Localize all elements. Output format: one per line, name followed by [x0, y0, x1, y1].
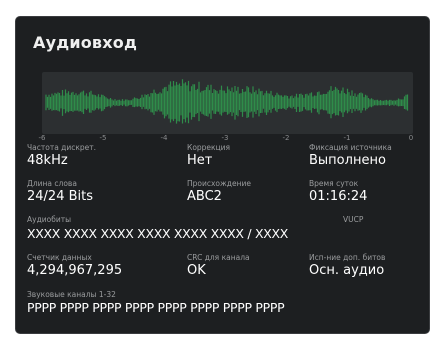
waveform-bars: [45, 79, 409, 124]
time-of-day-label: Время суток: [309, 179, 359, 188]
origin-value: ABC2: [187, 189, 222, 204]
sample-rate-label: Частота дискрет.: [27, 143, 97, 152]
audio-bits-label: Аудиобиты: [27, 215, 72, 224]
word-length-value: 24/24 Bits: [27, 189, 93, 204]
source-lock-label: Фиксация источника: [309, 143, 392, 152]
aux-bits-label: Исп-ние доп. битов: [309, 253, 386, 262]
data-counter-value: 4,294,967,295: [27, 263, 123, 278]
audio-bits-value: XXXX XXXX XXXX XXXX XXXX XXXX / XXXX: [27, 226, 288, 241]
audio-input-panel: Аудиовход -6 -5 -4 -3 -2 -1 0 Частота ди…: [15, 16, 430, 334]
channel-crc-label: CRC для канала: [187, 253, 250, 262]
waveform-graphic: [45, 79, 409, 124]
scale-tick: -1: [343, 134, 351, 142]
origin-label: Происхождение: [187, 179, 251, 188]
audio-waveform-meter: [42, 72, 413, 134]
channel-crc-value: OK: [187, 263, 206, 278]
time-of-day-value: 01:16:24: [309, 189, 368, 204]
scale-tick: 0: [408, 134, 414, 142]
source-lock-value: Выполнено: [309, 153, 386, 168]
scale-tick: -4: [160, 134, 168, 142]
sample-rate-value: 48kHz: [27, 153, 68, 168]
scale-tick: -5: [99, 134, 107, 142]
scale-tick: -2: [282, 134, 290, 142]
correction-label: Коррекция: [187, 143, 231, 152]
word-length-label: Длина слова: [27, 179, 77, 188]
vucp-label: VUCP: [343, 215, 364, 224]
panel-title: Аудиовход: [33, 33, 138, 52]
correction-value: Нет: [187, 153, 213, 168]
scale-tick: -6: [38, 134, 46, 142]
sound-channels-value: PPPP PPPP PPPP PPPP PPPP PPPP PPPP PPPP: [27, 300, 285, 315]
data-counter-label: Счетчик данных: [27, 253, 92, 262]
aux-bits-value: Осн. аудио: [309, 263, 385, 278]
sound-channels-label: Звуковые каналы 1-32: [27, 290, 116, 299]
scale-tick: -3: [221, 134, 229, 142]
